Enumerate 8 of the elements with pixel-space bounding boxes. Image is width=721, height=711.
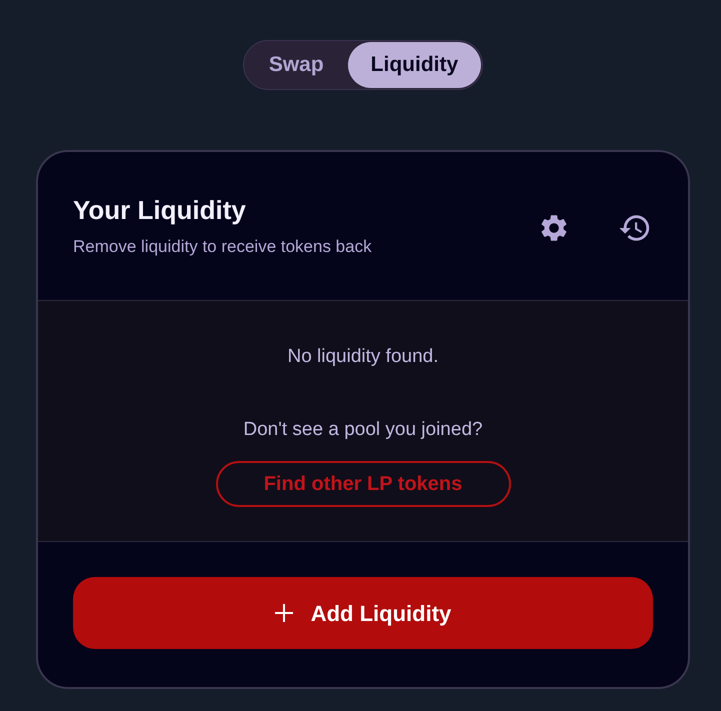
tab[interactable]: Swap (244, 42, 348, 88)
tab[interactable]: Liquidity (348, 42, 482, 88)
card-title: Your Liquidity (73, 194, 247, 226)
add-liquidity-button[interactable]: Add Liquidity (73, 577, 653, 649)
plus-icon (274, 604, 293, 622)
empty-message: No liquidity found. (287, 345, 439, 369)
missing-pool-prompt: Don't see a pool you joined? (243, 418, 483, 442)
card-subtitle: Remove liquidity to receive tokens back (73, 236, 372, 258)
